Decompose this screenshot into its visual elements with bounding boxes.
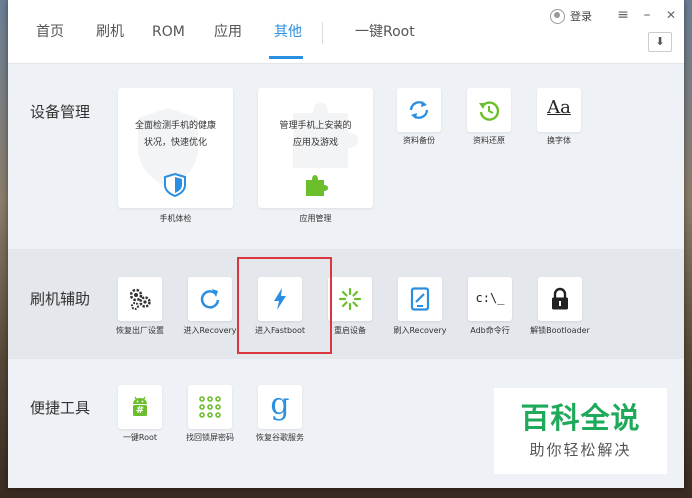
font-tile[interactable]: Aa xyxy=(537,88,581,132)
avatar-icon[interactable] xyxy=(550,9,565,24)
fastboot-highlight-box xyxy=(237,257,332,354)
tab-rom[interactable]: ROM xyxy=(152,22,185,42)
tile-label: 资料备份 xyxy=(403,136,435,145)
card-label: 应用管理 xyxy=(299,214,332,223)
backup-tile[interactable] xyxy=(397,88,441,132)
restore-icon xyxy=(479,101,500,121)
tile-label: 解锁Bootloader xyxy=(530,326,590,335)
section-flash-assist: 刷机辅助 恢复出厂设置 进入Recovery 进入Fastboot 重启设备 刷… xyxy=(8,249,684,359)
tablet-icon xyxy=(410,287,430,311)
tab-home[interactable]: 首页 xyxy=(36,22,64,42)
flash-recovery-tile[interactable] xyxy=(398,277,442,321)
tile-label: 找回锁屏密码 xyxy=(186,433,234,442)
tab-other[interactable]: 其他 xyxy=(274,22,302,42)
top-nav-bar: 首页 刷机 ROM 应用 其他 一键Root 登录 ≡ – ✕ ⬇ xyxy=(8,0,684,64)
tab-apps[interactable]: 应用 xyxy=(214,22,242,42)
watermark-subtitle: 助你轻松解决 xyxy=(529,441,632,459)
tab-divider xyxy=(322,22,323,44)
card-description: 管理手机上安装的 应用及游戏 xyxy=(279,121,352,148)
factory-reset-tile[interactable] xyxy=(118,277,162,321)
pattern-lock-icon xyxy=(199,396,221,418)
section-device-management: 设备管理 全面检测手机的健康 状况，快速优化 手机体检 管理手机上安装的 应用及… xyxy=(8,64,684,249)
tile-label: Adb命令行 xyxy=(470,326,510,335)
section-title: 刷机辅助 xyxy=(30,290,91,308)
minimize-icon[interactable]: – xyxy=(639,6,655,24)
one-click-root-tile[interactable]: # xyxy=(118,385,162,429)
unlock-bootloader-tile[interactable] xyxy=(538,277,582,321)
gears-icon xyxy=(129,288,151,310)
refresh-icon xyxy=(200,289,220,309)
tile-label: 资料还原 xyxy=(473,136,505,145)
watermark-title: 百科全说 xyxy=(520,401,641,435)
font-icon: Aa xyxy=(547,97,571,118)
restore-google-services-tile[interactable]: g xyxy=(258,385,302,429)
phone-checkup-card[interactable]: 全面检测手机的健康 状况，快速优化 xyxy=(118,88,233,208)
sync-icon xyxy=(409,101,429,119)
tile-label: 恢复谷歌服务 xyxy=(256,433,304,442)
app-window: 首页 刷机 ROM 应用 其他 一键Root 登录 ≡ – ✕ ⬇ 设备管理 全… xyxy=(8,0,684,488)
card-label: 手机体检 xyxy=(159,214,192,223)
tile-label: 刷入Recovery xyxy=(393,326,447,335)
section-title: 便捷工具 xyxy=(30,399,91,417)
enter-recovery-tile[interactable] xyxy=(188,277,232,321)
reboot-device-tile[interactable] xyxy=(328,277,372,321)
restore-tile[interactable] xyxy=(467,88,511,132)
tile-label: 一键Root xyxy=(122,433,158,442)
hash-glyph: # xyxy=(135,405,145,416)
login-link[interactable]: 登录 xyxy=(570,10,592,24)
terminal-icon: c:\_ xyxy=(475,291,505,305)
tile-label: 换字体 xyxy=(547,136,571,145)
active-tab-indicator xyxy=(269,56,303,59)
app-management-card[interactable]: 管理手机上安装的 应用及游戏 xyxy=(258,88,373,208)
adb-shell-tile[interactable]: c:\_ xyxy=(468,277,512,321)
lock-icon xyxy=(552,287,568,310)
menu-icon[interactable]: ≡ xyxy=(615,6,631,24)
card-description: 全面检测手机的健康 状况，快速优化 xyxy=(134,121,216,148)
puzzle-icon xyxy=(306,175,328,196)
recover-lock-password-tile[interactable] xyxy=(188,385,232,429)
loading-icon xyxy=(338,287,362,311)
shield-icon xyxy=(164,172,186,198)
download-button[interactable]: ⬇ xyxy=(648,32,672,52)
close-icon[interactable]: ✕ xyxy=(663,6,679,24)
one-click-root-link[interactable]: 一键Root xyxy=(355,22,415,42)
watermark: 百科全说 助你轻松解决 xyxy=(494,388,667,474)
section-title: 设备管理 xyxy=(30,103,91,121)
google-icon: g xyxy=(270,387,290,422)
tab-flash[interactable]: 刷机 xyxy=(96,22,124,42)
tile-label: 恢复出厂设置 xyxy=(116,326,164,335)
